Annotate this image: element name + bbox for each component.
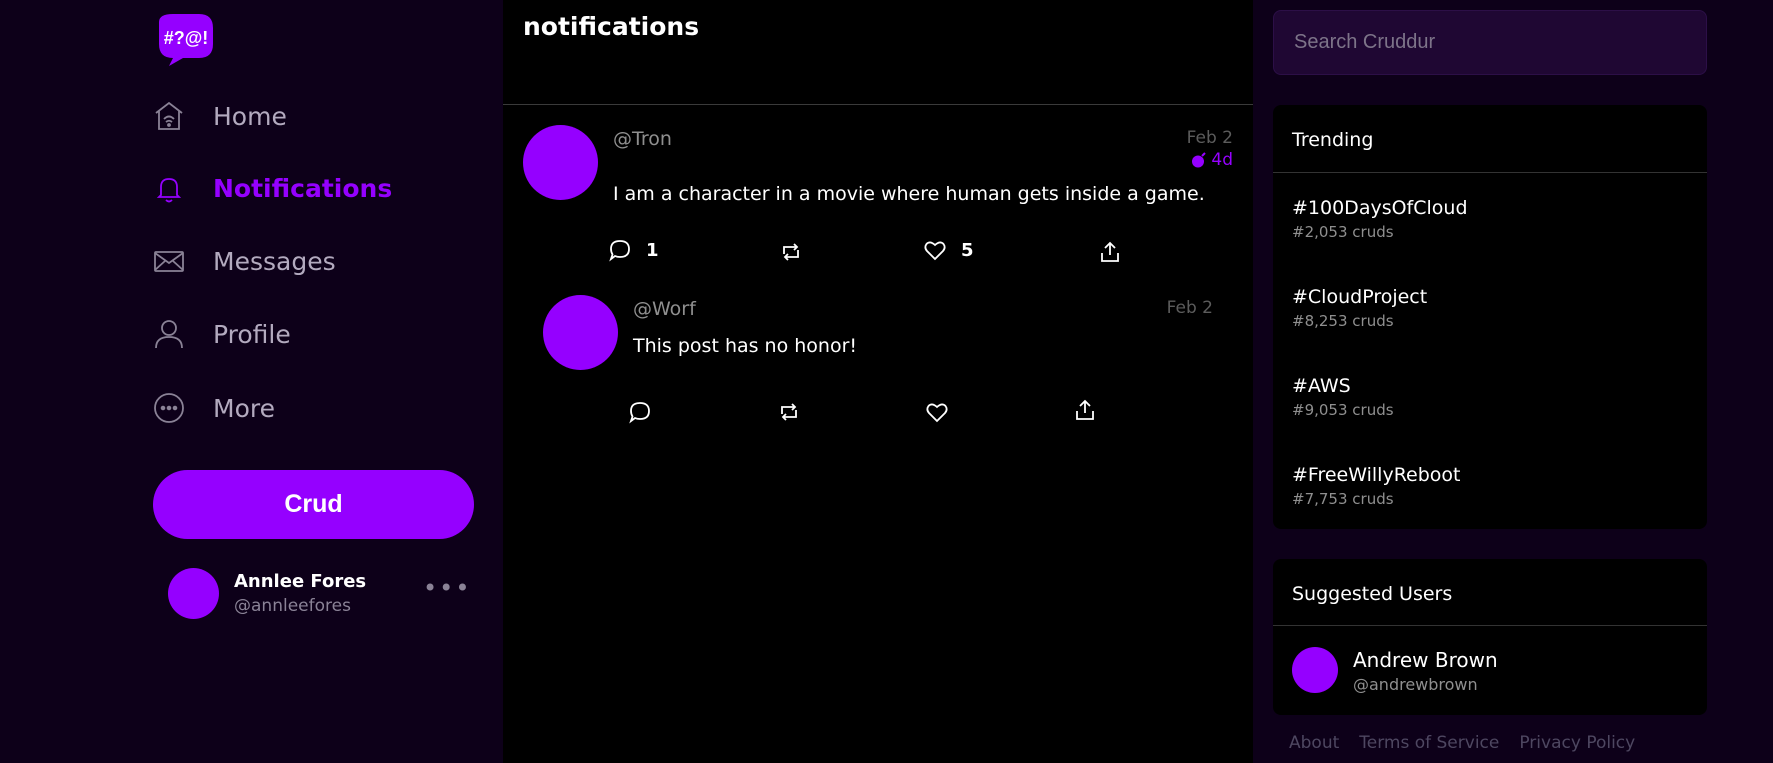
- reply-button[interactable]: [628, 400, 652, 424]
- share-button[interactable]: [1098, 240, 1122, 264]
- trend-tag: #CloudProject: [1292, 286, 1428, 308]
- bell-icon: [153, 172, 185, 204]
- share-button[interactable]: [1073, 398, 1097, 422]
- like-count: 5: [961, 239, 974, 261]
- post-date: Feb 2: [1186, 128, 1233, 148]
- right-sidebar: Trending #100DaysOfCloud #2,053 cruds #C…: [1253, 0, 1773, 763]
- divider: [1273, 172, 1707, 173]
- post-expires: 4d: [1191, 150, 1233, 170]
- divider: [1273, 625, 1707, 626]
- profile-more-icon[interactable]: •••: [423, 574, 471, 602]
- post-expires-label: 4d: [1211, 150, 1233, 170]
- reply-icon: [609, 240, 630, 262]
- more-circle-icon: [153, 392, 185, 424]
- like-button[interactable]: 5: [923, 238, 974, 262]
- nav-home-label: Home: [213, 101, 287, 131]
- crud-button[interactable]: Crud: [153, 470, 474, 539]
- nav-profile[interactable]: Profile: [153, 312, 291, 356]
- post-handle[interactable]: @Worf: [633, 298, 696, 320]
- trend-item[interactable]: #CloudProject #8,253 cruds: [1292, 286, 1427, 330]
- trending-title: Trending: [1292, 129, 1374, 151]
- suggested-user-name[interactable]: Andrew Brown: [1353, 648, 1498, 672]
- logo-bubble-icon: #?@!: [159, 14, 213, 66]
- reply-count: 1: [646, 239, 659, 261]
- mail-icon: [153, 245, 185, 277]
- heart-icon: [926, 403, 948, 423]
- footer-links: About Terms of Service Privacy Policy: [1289, 733, 1635, 753]
- trend-count: #8,253 cruds: [1292, 312, 1394, 330]
- page-title: notifications: [523, 12, 700, 41]
- avatar[interactable]: [523, 125, 598, 200]
- footer-privacy-link[interactable]: Privacy Policy: [1519, 733, 1635, 753]
- profile-card[interactable]: Annlee Fores @annleefores •••: [168, 568, 469, 620]
- trend-count: #9,053 cruds: [1292, 401, 1394, 419]
- profile-handle: @annleefores: [234, 596, 351, 616]
- trend-item[interactable]: #AWS #9,053 cruds: [1292, 375, 1394, 419]
- nav-notifications[interactable]: Notifications: [153, 166, 392, 210]
- suggested-title: Suggested Users: [1292, 583, 1453, 605]
- cruddur-logo[interactable]: #?@!: [153, 14, 215, 66]
- repost-button[interactable]: [779, 240, 803, 264]
- share-icon: [1101, 241, 1119, 262]
- trend-item[interactable]: #FreeWillyReboot #7,753 cruds: [1292, 464, 1461, 508]
- nav-profile-label: Profile: [213, 319, 291, 349]
- user-icon: [153, 318, 185, 350]
- home-icon: [153, 100, 185, 132]
- reply-button[interactable]: 1: [608, 238, 659, 262]
- footer-terms-link[interactable]: Terms of Service: [1359, 733, 1499, 753]
- repost-icon: [781, 403, 797, 421]
- logo-text: #?@!: [164, 28, 209, 48]
- post-body: I am a character in a movie where human …: [613, 183, 1205, 205]
- profile-name: Annlee Fores: [234, 571, 367, 592]
- activity-item-reply[interactable]: @Worf Feb 2 This post has no honor!: [503, 265, 1253, 435]
- bomb-icon: [1192, 152, 1207, 168]
- suggested-user-handle[interactable]: @andrewbrown: [1353, 675, 1478, 694]
- post-date: Feb 2: [1166, 298, 1213, 318]
- trend-count: #2,053 cruds: [1292, 223, 1394, 241]
- avatar[interactable]: [1292, 647, 1338, 693]
- nav-home[interactable]: Home: [153, 94, 287, 138]
- trending-panel: Trending #100DaysOfCloud #2,053 cruds #C…: [1273, 105, 1707, 529]
- trend-tag: #100DaysOfCloud: [1292, 197, 1468, 219]
- nav-more-label: More: [213, 393, 275, 423]
- reply-icon: [629, 402, 650, 424]
- avatar: [168, 568, 219, 619]
- search-input[interactable]: [1273, 10, 1707, 75]
- post-handle[interactable]: @Tron: [613, 128, 672, 150]
- repost-icon: [783, 243, 799, 261]
- left-sidebar: #?@! Home Notifications Messages Profile…: [0, 0, 503, 763]
- repost-button[interactable]: [777, 400, 801, 424]
- trend-item[interactable]: #100DaysOfCloud #2,053 cruds: [1292, 197, 1468, 241]
- nav-notifications-label: Notifications: [213, 173, 393, 203]
- post-body: This post has no honor!: [633, 335, 858, 357]
- heart-icon: [924, 241, 946, 261]
- trend-tag: #AWS: [1292, 375, 1351, 397]
- avatar[interactable]: [543, 295, 618, 370]
- nav-messages[interactable]: Messages: [153, 239, 336, 283]
- trend-count: #7,753 cruds: [1292, 490, 1394, 508]
- footer-about-link[interactable]: About: [1289, 733, 1339, 753]
- notifications-feed: notifications @Tron Feb 2 4d I am a char…: [503, 0, 1253, 763]
- like-button[interactable]: [925, 400, 949, 424]
- nav-messages-label: Messages: [213, 246, 336, 276]
- share-icon: [1076, 399, 1094, 420]
- activity-item[interactable]: @Tron Feb 2 4d I am a character in a mov…: [503, 105, 1253, 265]
- suggested-users-panel: Suggested Users Andrew Brown @andrewbrow…: [1273, 559, 1707, 715]
- nav-more[interactable]: More: [153, 386, 275, 430]
- trend-tag: #FreeWillyReboot: [1292, 464, 1461, 486]
